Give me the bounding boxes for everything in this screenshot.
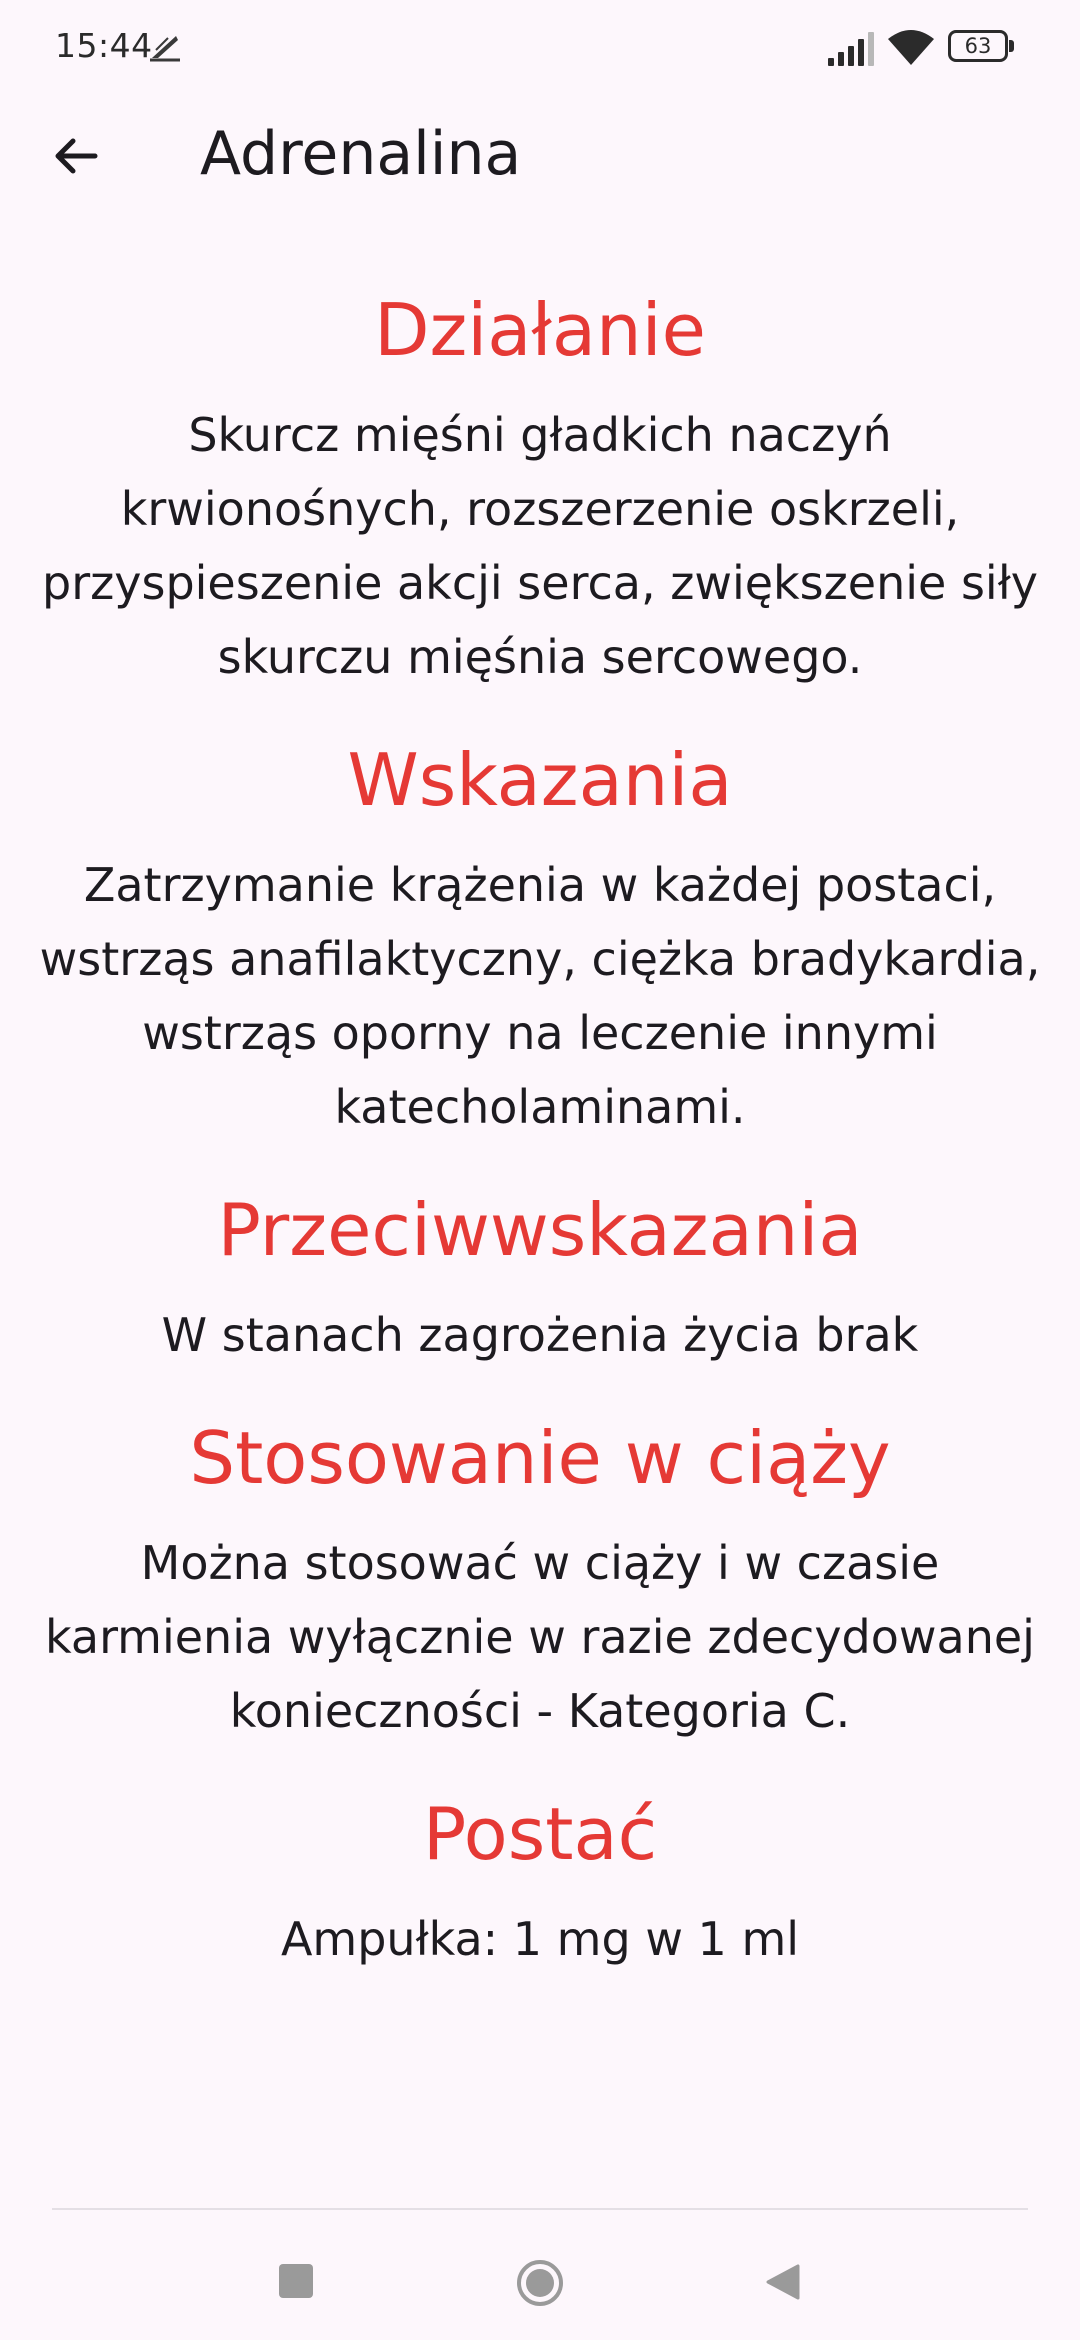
top-app-bar: Adrenalina [0, 96, 1080, 208]
battery-icon: 63 [948, 30, 1016, 66]
section-heading: Przeciwwskazania [217, 1188, 863, 1272]
status-bar: 15:44 63 [0, 0, 1080, 96]
section-dzialanie: Działanie Skurcz mięśni gładkich naczyń … [0, 280, 1080, 694]
section-stosowanie-w-ciazy: Stosowanie w ciąży Można stosować w ciąż… [0, 1408, 1080, 1748]
section-body: Skurcz mięśni gładkich naczyń krwionośny… [42, 408, 1038, 684]
recents-icon[interactable] [279, 2264, 313, 2298]
status-time: 15:44 [55, 26, 153, 65]
section-postac: Postać Ampułka: 1 mg w 1 ml [0, 1784, 1080, 1976]
back-button[interactable] [40, 120, 112, 192]
home-icon[interactable] [515, 2258, 565, 2308]
system-navigation-bar [0, 2210, 1080, 2340]
notification-icon [150, 36, 180, 62]
section-wskazania: Wskazania Zatrzymanie krążenia w każdej … [0, 730, 1080, 1144]
drug-details: Działanie Skurcz mięśni gładkich naczyń … [0, 280, 1080, 2012]
section-body: W stanach zagrożenia życia brak [161, 1308, 919, 1362]
battery-level: 63 [964, 34, 992, 58]
wifi-icon [888, 30, 934, 65]
section-heading: Wskazania [347, 738, 733, 822]
section-heading: Stosowanie w ciąży [189, 1416, 891, 1500]
page-title: Adrenalina [200, 119, 522, 189]
signal-icon [828, 32, 874, 66]
section-body: Zatrzymanie krążenia w każdej postaci, w… [39, 858, 1041, 1134]
section-body: Można stosować w ciąży i w czasie karmie… [45, 1536, 1035, 1738]
section-heading: Postać [422, 1792, 658, 1876]
section-przeciwwskazania: Przeciwwskazania W stanach zagrożenia ży… [0, 1180, 1080, 1372]
section-body: Ampułka: 1 mg w 1 ml [280, 1912, 800, 1966]
battery-cap [1009, 40, 1014, 52]
section-heading: Działanie [374, 288, 706, 372]
arrow-back-icon [55, 138, 98, 174]
back-triangle-icon[interactable] [764, 2262, 802, 2302]
